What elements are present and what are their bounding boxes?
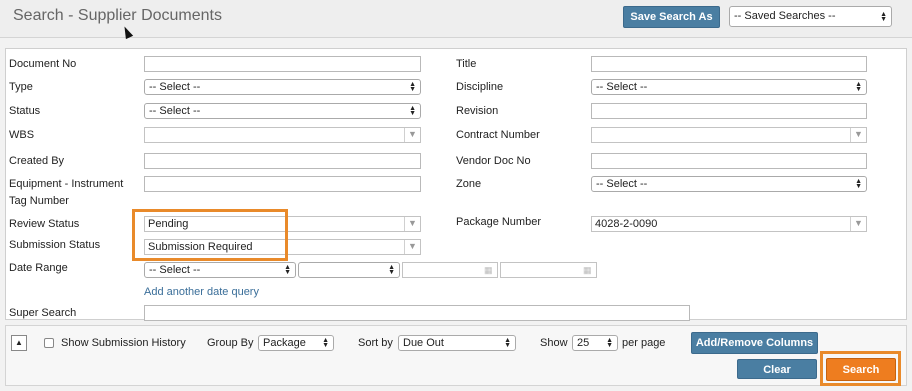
revision-input[interactable] xyxy=(591,103,867,119)
show-history-label: Show Submission History xyxy=(61,337,186,349)
status-label: Status xyxy=(9,105,41,117)
title-input[interactable] xyxy=(591,56,867,72)
dropdown-carat-icon[interactable]: ▼ xyxy=(404,128,420,142)
saved-searches-value: -- Saved Searches -- xyxy=(734,10,836,22)
select-arrows-icon: ▲ ▼ xyxy=(409,105,416,117)
document-no-label: Document No xyxy=(9,58,77,70)
discipline-select-value: -- Select -- xyxy=(596,81,648,93)
package-number-combobox[interactable]: 4028-2-0090 ▼ xyxy=(591,216,867,232)
sort-by-select[interactable]: Due Out ▲ ▼ xyxy=(398,335,516,351)
show-history-checkbox[interactable] xyxy=(44,338,54,348)
save-search-as-button[interactable]: Save Search As xyxy=(623,6,720,28)
type-select[interactable]: -- Select -- ▲ ▼ xyxy=(144,79,421,95)
status-select-value: -- Select -- xyxy=(149,105,201,117)
title-label: Title xyxy=(456,58,477,70)
zone-select-value: -- Select -- xyxy=(596,178,648,190)
date-from-input[interactable]: ▦ xyxy=(402,262,498,278)
date-range-operator-select[interactable]: ▲ ▼ xyxy=(298,262,400,278)
page-size-select[interactable]: 25 ▲ ▼ xyxy=(572,335,618,351)
sort-by-label: Sort by xyxy=(358,337,393,349)
type-select-value: -- Select -- xyxy=(149,81,201,93)
sort-by-value: Due Out xyxy=(403,337,444,349)
select-arrows-icon: ▲ ▼ xyxy=(322,337,329,349)
clear-button[interactable]: Clear xyxy=(737,359,817,379)
select-arrows-icon: ▲ ▼ xyxy=(855,81,862,93)
add-remove-columns-button[interactable]: Add/Remove Columns xyxy=(691,332,818,354)
date-range-type-value: -- Select -- xyxy=(149,264,201,276)
group-by-label: Group By xyxy=(207,337,254,349)
add-date-query-link[interactable]: Add another date query xyxy=(144,286,259,298)
dropdown-carat-icon[interactable]: ▼ xyxy=(850,217,866,231)
review-status-label: Review Status xyxy=(9,218,80,230)
page-title: Search - Supplier Documents xyxy=(13,7,222,24)
equipment-tag-input[interactable] xyxy=(144,176,421,192)
show-label: Show xyxy=(540,337,568,349)
date-range-type-select[interactable]: -- Select -- ▲ ▼ xyxy=(144,262,296,278)
date-range-label: Date Range xyxy=(9,262,68,274)
calendar-icon[interactable]: ▦ xyxy=(484,265,494,275)
review-submission-highlight xyxy=(132,209,288,261)
collapse-icon[interactable]: ▲ xyxy=(11,335,27,351)
select-arrows-icon: ▲ ▼ xyxy=(504,337,511,349)
select-arrows-icon: ▲ ▼ xyxy=(855,178,862,190)
vendor-doc-no-label: Vendor Doc No xyxy=(456,155,531,167)
dropdown-carat-icon[interactable]: ▼ xyxy=(850,128,866,142)
zone-label: Zone xyxy=(456,178,482,190)
search-button[interactable]: Search xyxy=(826,358,896,381)
revision-label: Revision xyxy=(456,105,499,117)
wbs-combobox[interactable]: ▼ xyxy=(144,127,421,143)
discipline-select[interactable]: -- Select -- ▲ ▼ xyxy=(591,79,867,95)
super-search-input[interactable] xyxy=(144,305,690,321)
per-page-label: per page xyxy=(622,337,666,349)
wbs-label: WBS xyxy=(9,129,35,141)
mouse-cursor-icon xyxy=(120,24,134,40)
dropdown-carat-icon[interactable]: ▼ xyxy=(404,240,420,254)
date-to-input[interactable]: ▦ xyxy=(500,262,597,278)
document-no-input[interactable] xyxy=(144,56,421,72)
group-by-value: Package xyxy=(263,337,306,349)
contract-number-combobox[interactable]: ▼ xyxy=(591,127,867,143)
saved-searches-select[interactable]: -- Saved Searches -- ▲ ▼ xyxy=(729,6,892,27)
super-search-label: Super Search xyxy=(9,307,77,319)
contract-number-label: Contract Number xyxy=(456,129,540,141)
group-by-select[interactable]: Package ▲ ▼ xyxy=(258,335,334,351)
created-by-input[interactable] xyxy=(144,153,421,169)
submission-status-label: Submission Status xyxy=(9,239,101,251)
type-label: Type xyxy=(9,81,33,93)
page-size-value: 25 xyxy=(577,337,590,349)
dropdown-carat-icon[interactable]: ▼ xyxy=(404,217,420,231)
vendor-doc-no-input[interactable] xyxy=(591,153,867,169)
equipment-tag-label-line1: Equipment - Instrument xyxy=(9,178,124,190)
package-number-label: Package Number xyxy=(456,216,541,228)
select-arrows-icon: ▲ ▼ xyxy=(284,264,291,276)
equipment-tag-label-line2: Tag Number xyxy=(9,195,69,207)
zone-select[interactable]: -- Select -- ▲ ▼ xyxy=(591,176,867,192)
select-arrows-icon: ▲ ▼ xyxy=(409,81,416,93)
discipline-label: Discipline xyxy=(456,81,504,93)
select-arrows-icon: ▲ ▼ xyxy=(388,264,395,276)
select-arrows-icon: ▲ ▼ xyxy=(606,337,613,349)
page-header: Search - Supplier Documents Save Search … xyxy=(0,0,912,40)
status-select[interactable]: -- Select -- ▲ ▼ xyxy=(144,103,421,119)
package-number-value: 4028-2-0090 xyxy=(595,218,658,230)
calendar-icon[interactable]: ▦ xyxy=(583,265,593,275)
select-arrows-icon: ▲ ▼ xyxy=(880,11,887,23)
created-by-label: Created By xyxy=(9,155,65,167)
